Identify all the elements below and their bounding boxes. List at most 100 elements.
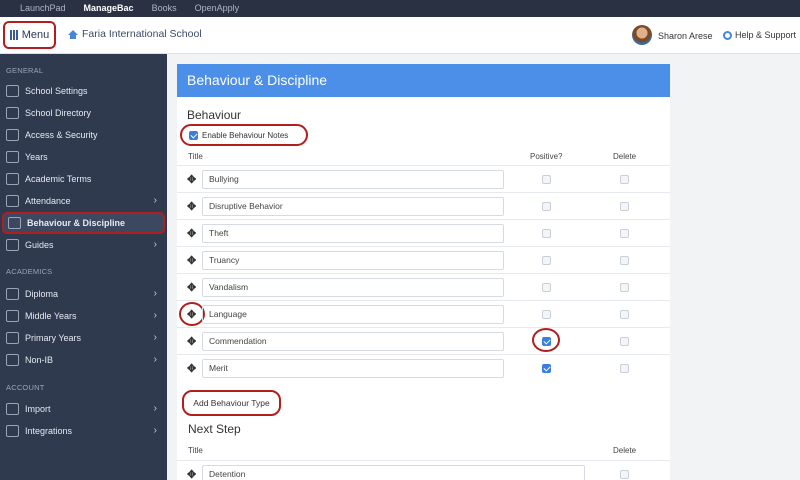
drag-handle-icon[interactable]: ✥ [187, 468, 196, 480]
layers-icon [6, 425, 19, 437]
diploma-icon [6, 288, 19, 300]
positive-checkbox[interactable] [542, 256, 551, 265]
chevron-right-icon: › [153, 195, 157, 206]
sidebar-item-label: School Directory [25, 108, 92, 118]
sidebar-item-middle-years[interactable]: Middle Years › [0, 305, 167, 327]
sidebar-item-behaviour-discipline[interactable]: Behaviour & Discipline [2, 212, 165, 234]
col-delete: Delete [613, 152, 637, 161]
help-label: Help & Support [735, 30, 797, 40]
table-row: ✥ Merit [177, 354, 670, 381]
sidebar-item-non-ib[interactable]: Non-IB › [0, 349, 167, 371]
positive-checkbox[interactable] [542, 202, 551, 211]
positive-checkbox[interactable] [542, 310, 551, 319]
chevron-right-icon: › [153, 332, 157, 343]
sidebar-item-guides[interactable]: Guides › [0, 234, 167, 256]
tab-books[interactable]: Books [143, 0, 186, 17]
delete-checkbox[interactable] [620, 337, 629, 346]
page-title: Behaviour & Discipline [177, 64, 670, 97]
school-link[interactable]: Faria International School [68, 28, 202, 40]
tab-openapply[interactable]: OpenApply [186, 0, 249, 17]
sidebar-item-access-security[interactable]: Access & Security [0, 124, 167, 146]
table-row: ✥ Vandalism [177, 273, 670, 300]
sidebar-item-years[interactable]: Years [0, 146, 167, 168]
drag-handle-icon[interactable]: ✥ [187, 254, 196, 267]
section-general: GENERAL [6, 66, 44, 75]
enable-behaviour-notes[interactable]: Enable Behaviour Notes [180, 124, 308, 146]
tab-managebac[interactable]: ManageBac [75, 0, 143, 17]
enable-behaviour-notes-checkbox[interactable] [189, 130, 198, 140]
sidebar-item-label: Attendance [25, 196, 71, 206]
delete-checkbox[interactable] [620, 175, 629, 184]
drag-handle-icon[interactable]: ✥ [187, 308, 196, 321]
behaviour-title-input[interactable]: Merit [202, 359, 504, 378]
sidebar-item-school-settings[interactable]: School Settings [0, 80, 167, 102]
positive-checkbox[interactable] [542, 283, 551, 292]
sidebar-item-academic-terms[interactable]: Academic Terms [0, 168, 167, 190]
positive-checkbox[interactable] [542, 337, 551, 346]
add-behaviour-type-button[interactable]: Add Behaviour Type [182, 390, 281, 416]
help-support-link[interactable]: Help & Support [723, 30, 796, 40]
sidebar-item-label: Behaviour & Discipline [27, 218, 126, 228]
col-delete: Delete [613, 446, 637, 455]
book-icon [6, 239, 19, 251]
delete-checkbox[interactable] [620, 470, 629, 479]
home-icon [68, 29, 78, 39]
positive-checkbox[interactable] [542, 175, 551, 184]
behaviour-title-input[interactable]: Truancy [202, 251, 504, 270]
sidebar-item-label: Diploma [25, 289, 59, 299]
chevron-right-icon: › [153, 239, 157, 250]
behaviour-title-input[interactable]: Theft [202, 224, 504, 243]
import-icon [6, 403, 19, 415]
menu-icon [9, 30, 18, 40]
sidebar-item-import[interactable]: Import › [0, 398, 167, 420]
settings-icon [6, 85, 19, 97]
behaviour-heading: Behaviour [187, 108, 242, 122]
drag-handle-icon[interactable]: ✥ [187, 173, 196, 186]
col-title: Title [188, 446, 203, 455]
lifebuoy-icon [723, 30, 732, 40]
attendance-icon [6, 195, 19, 207]
sidebar-item-primary-years[interactable]: Primary Years › [0, 327, 167, 349]
drag-handle-icon[interactable]: ✥ [187, 281, 196, 294]
delete-checkbox[interactable] [620, 310, 629, 319]
sidebar-item-school-directory[interactable]: School Directory [0, 102, 167, 124]
chevron-right-icon: › [153, 288, 157, 299]
delete-checkbox[interactable] [620, 229, 629, 238]
delete-checkbox[interactable] [620, 364, 629, 373]
sidebar-item-label: Guides [25, 240, 54, 250]
tab-launchpad[interactable]: LaunchPad [11, 0, 75, 17]
chevron-right-icon: › [153, 310, 157, 321]
delete-checkbox[interactable] [620, 256, 629, 265]
behaviour-title-input[interactable]: Commendation [202, 332, 504, 351]
behaviour-title-input[interactable]: Vandalism [202, 278, 504, 297]
enable-behaviour-notes-label: Enable Behaviour Notes [202, 130, 289, 140]
next-step-title-input[interactable]: Detention [202, 465, 585, 480]
drag-handle-icon[interactable]: ✥ [187, 227, 196, 240]
avatar[interactable] [632, 25, 652, 45]
drag-handle-icon[interactable]: ✥ [187, 335, 196, 348]
user-name[interactable]: Sharon Arese [658, 31, 713, 41]
nonib-icon [6, 354, 19, 366]
delete-checkbox[interactable] [620, 202, 629, 211]
myp-icon [6, 310, 19, 322]
sidebar-item-attendance[interactable]: Attendance › [0, 190, 167, 212]
col-positive: Positive? [530, 152, 563, 161]
section-academics: ACADEMICS [6, 267, 53, 276]
drag-handle-icon[interactable]: ✥ [187, 200, 196, 213]
menu-button[interactable]: Menu [3, 21, 56, 49]
drag-handle-icon[interactable]: ✥ [187, 362, 196, 375]
table-row: ✥ Commendation [177, 327, 670, 354]
sidebar-item-diploma[interactable]: Diploma › [0, 283, 167, 305]
sidebar-item-label: Access & Security [25, 130, 98, 140]
behaviour-title-input[interactable]: Bullying [202, 170, 504, 189]
behaviour-title-input[interactable]: Language [202, 305, 504, 324]
sidebar-item-integrations[interactable]: Integrations › [0, 420, 167, 442]
positive-checkbox[interactable] [542, 229, 551, 238]
chevron-right-icon: › [153, 354, 157, 365]
header-bar: Menu Faria International School Sharon A… [0, 17, 800, 54]
positive-checkbox[interactable] [542, 364, 551, 373]
delete-checkbox[interactable] [620, 283, 629, 292]
table-row: ✥ Disruptive Behavior [177, 192, 670, 219]
list-icon [6, 151, 19, 163]
behaviour-title-input[interactable]: Disruptive Behavior [202, 197, 504, 216]
